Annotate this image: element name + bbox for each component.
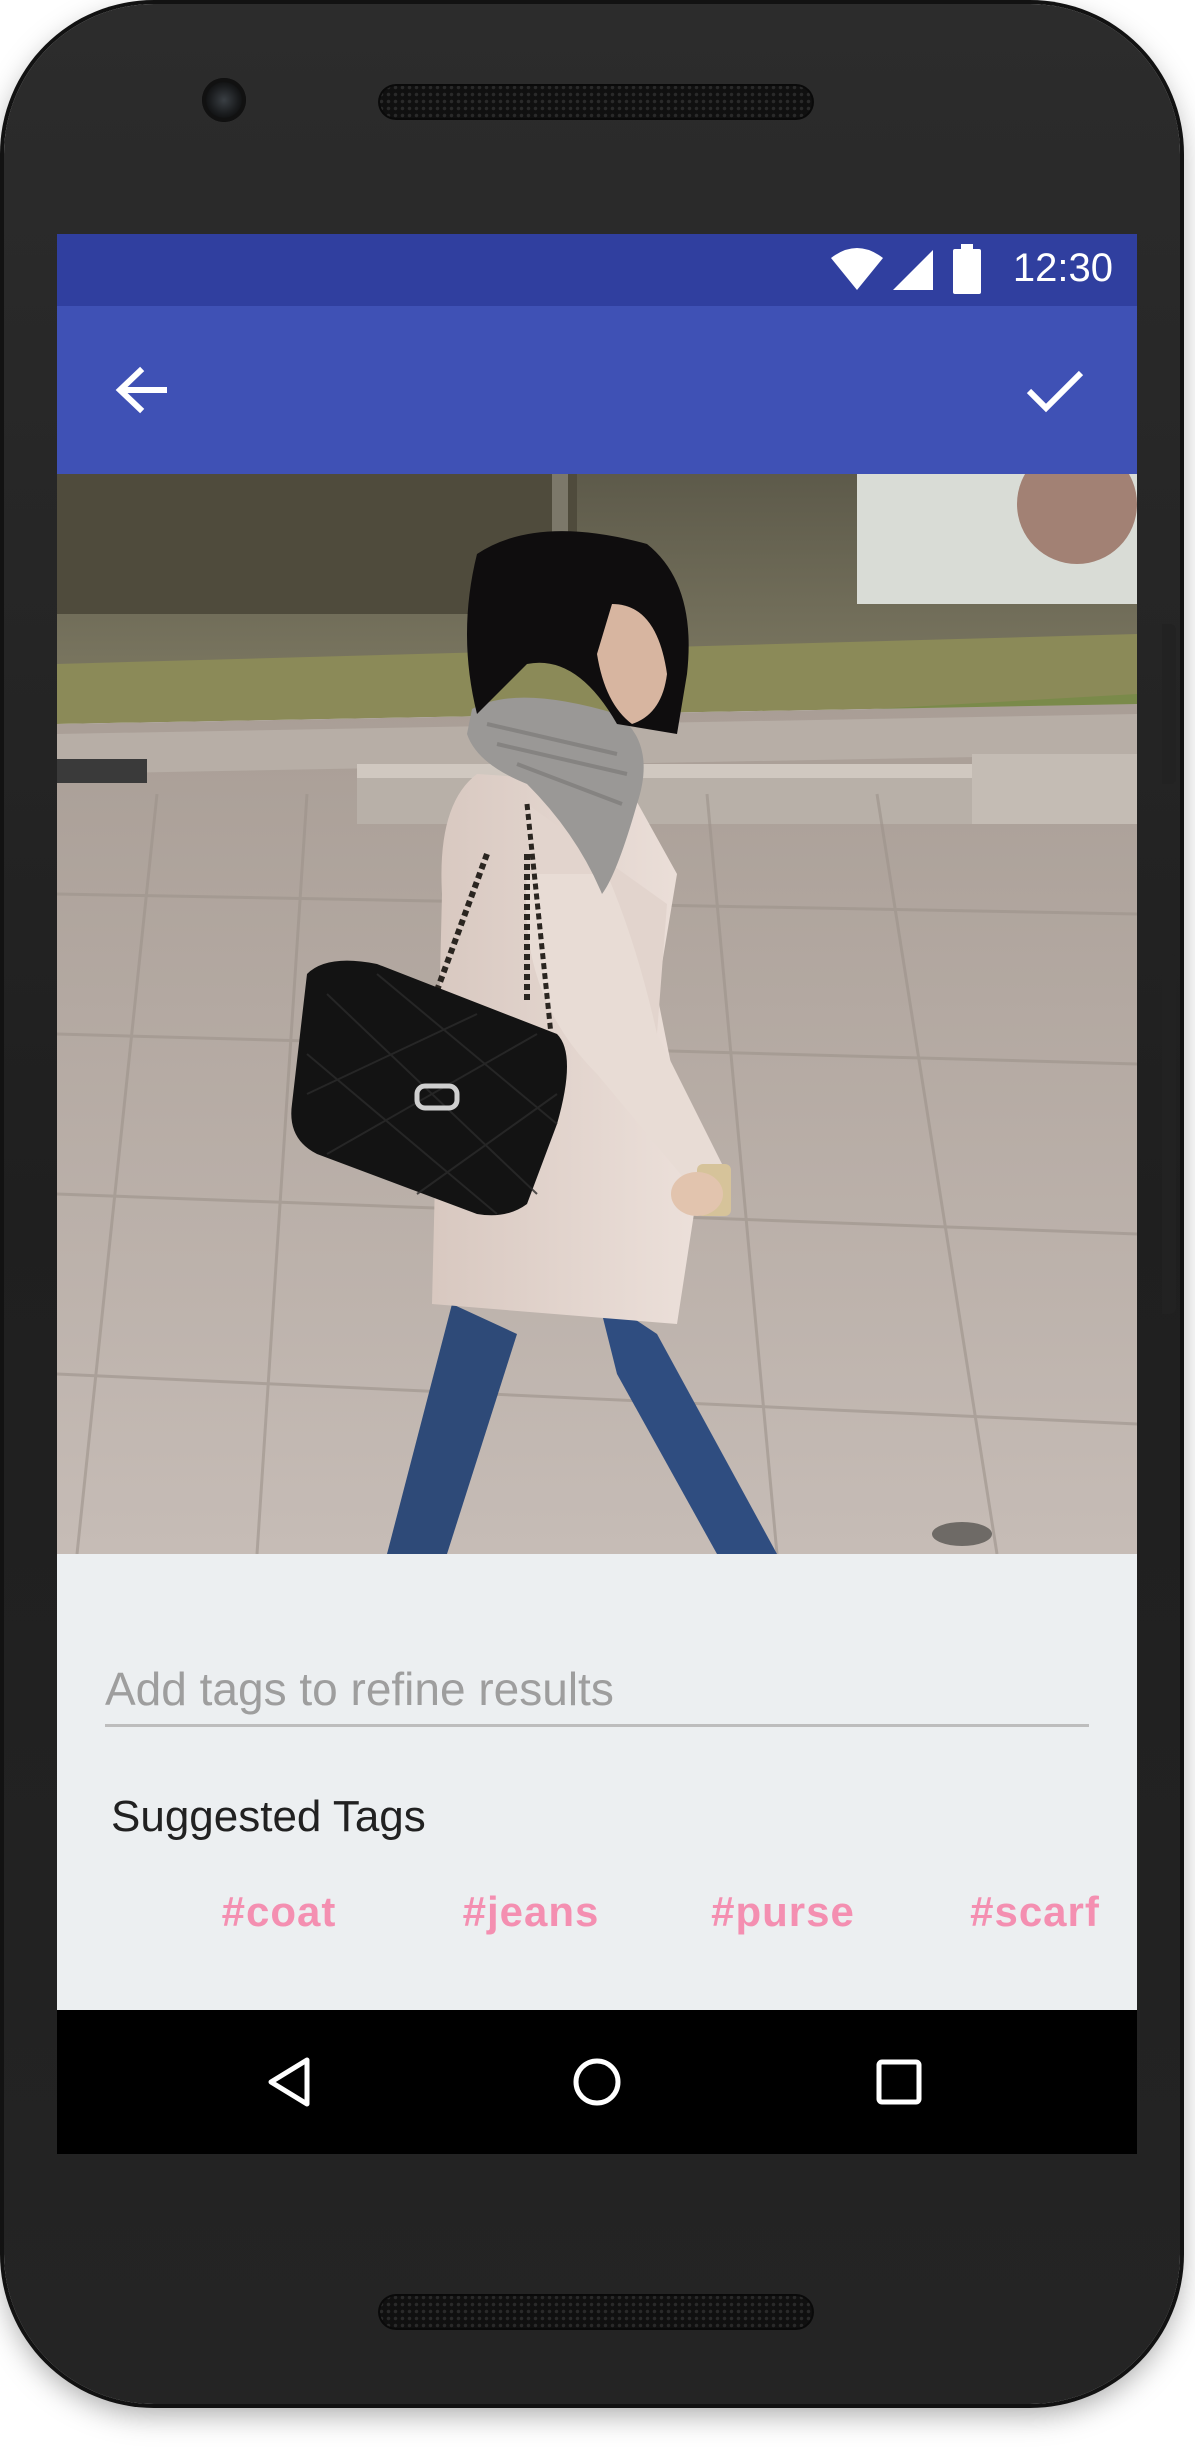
top-speaker (378, 84, 814, 120)
system-nav-bar (57, 2010, 1137, 2154)
screen: 12:30 Add tags to refine results Suggest… (57, 234, 1137, 2154)
app-toolbar (57, 306, 1137, 474)
tag-search-input[interactable] (105, 1654, 1089, 1727)
tag-chip-jeans[interactable]: #jeans (405, 1888, 657, 1936)
status-bar: 12:30 (57, 234, 1137, 306)
recents-square-icon (876, 2059, 922, 2105)
volume-button (1162, 954, 1176, 1314)
back-triangle-icon (268, 2057, 310, 2107)
tag-panel: Suggested Tags #coat #jeans #purse #scar… (57, 1554, 1137, 2010)
cell-signal-icon (891, 248, 935, 297)
phone-frame: 12:30 Add tags to refine results Suggest… (4, 4, 1180, 2404)
suggested-tags-list: #coat #jeans #purse #scarf (57, 1888, 1137, 1960)
battery-icon (953, 244, 981, 299)
photo (57, 474, 1137, 1554)
confirm-button[interactable] (1015, 350, 1095, 430)
nav-back-button[interactable] (249, 2042, 329, 2122)
nav-home-button[interactable] (557, 2042, 637, 2122)
status-time: 12:30 (1012, 246, 1113, 290)
wifi-icon (829, 248, 885, 297)
photo-woman-walking (57, 474, 1137, 1554)
suggested-tags-title: Suggested Tags (111, 1792, 426, 1841)
power-button (1162, 624, 1176, 784)
tag-chip-scarf[interactable]: #scarf (909, 1888, 1137, 1936)
back-button[interactable] (101, 350, 181, 430)
check-icon (1026, 370, 1084, 413)
tag-chip-purse[interactable]: #purse (657, 1888, 909, 1936)
nav-recents-button[interactable] (859, 2042, 939, 2122)
bottom-speaker (378, 2294, 814, 2330)
arrow-back-icon (115, 366, 167, 414)
home-circle-icon (573, 2058, 621, 2106)
tag-chip-coat[interactable]: #coat (153, 1888, 405, 1936)
front-camera (202, 78, 246, 122)
